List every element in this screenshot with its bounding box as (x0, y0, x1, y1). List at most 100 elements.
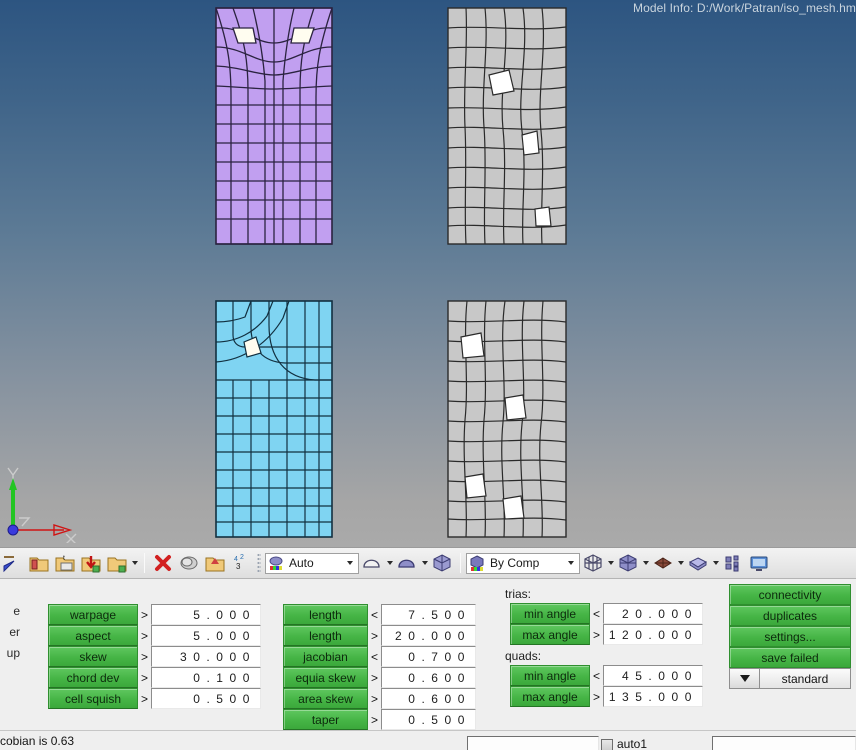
criteria-button-jacobian[interactable]: jacobian (283, 646, 368, 667)
wireframe-cube-icon[interactable] (580, 550, 606, 576)
criteria-value-area-skew[interactable]: 0 . 6 0 0 (381, 688, 476, 709)
criteria-row-warpage[interactable]: warpage > 5 . 0 0 0 (48, 604, 261, 625)
mesh-top-right[interactable] (447, 7, 567, 245)
quads-value-min-angle[interactable]: 4 5 . 0 0 0 (603, 665, 703, 686)
criteria-value-length-min[interactable]: 2 0 . 0 0 0 (381, 625, 476, 646)
criteria-value-equia-skew[interactable]: 0 . 6 0 0 (381, 667, 476, 688)
chevron-down-icon[interactable] (711, 552, 720, 574)
mesh-bottom-left[interactable] (215, 300, 333, 538)
status-field-1[interactable] (467, 736, 599, 750)
shaded-plate-icon[interactable] (685, 550, 711, 576)
criteria-operator[interactable]: > (368, 667, 381, 688)
chevron-down-icon[interactable] (130, 552, 139, 574)
criteria-operator[interactable]: < (368, 646, 381, 667)
criteria-operator[interactable]: > (138, 688, 151, 709)
mesh-bottom-right[interactable] (447, 300, 567, 538)
criteria-value-length-max[interactable]: 7 . 5 0 0 (381, 604, 476, 625)
numbers-icon[interactable]: 423 (228, 550, 254, 576)
criteria-operator[interactable]: < (590, 603, 603, 624)
criteria-operator[interactable]: > (590, 624, 603, 645)
trias-row-min-angle[interactable]: min angle < 2 0 . 0 0 0 (505, 603, 703, 624)
criteria-value-aspect[interactable]: 5 . 0 0 0 (151, 625, 261, 646)
quads-value-max-angle[interactable]: 1 3 5 . 0 0 0 (603, 686, 703, 707)
shrink-folder-icon[interactable] (202, 550, 228, 576)
save-failed-button[interactable]: save failed (729, 647, 851, 668)
criteria-row-taper[interactable]: taper > 0 . 5 0 0 (283, 709, 476, 730)
criteria-row-skew[interactable]: skew > 3 0 . 0 0 0 (48, 646, 261, 667)
criteria-button-cell-squish[interactable]: cell squish (48, 688, 138, 709)
criteria-button-warpage[interactable]: warpage (48, 604, 138, 625)
quads-row-max-angle[interactable]: max angle > 1 3 5 . 0 0 0 (505, 686, 703, 707)
geometry-arrow-icon[interactable] (0, 550, 26, 576)
mode-combo[interactable]: Auto (265, 552, 359, 574)
criteria-operator[interactable]: > (590, 686, 603, 707)
duplicates-button[interactable]: duplicates (729, 605, 851, 626)
criteria-row-length-min[interactable]: length > 2 0 . 0 0 0 (283, 625, 476, 646)
quads-button-min-angle[interactable]: min angle (510, 665, 590, 686)
standard-selector[interactable]: standard (729, 668, 851, 689)
trias-button-max-angle[interactable]: max angle (510, 624, 590, 645)
graphics-viewport[interactable]: Model Info: D:/Work/Patran/iso_mesh.hm (0, 0, 856, 547)
connectivity-button[interactable]: connectivity (729, 584, 851, 605)
import-down-icon[interactable] (78, 550, 104, 576)
criteria-row-aspect[interactable]: aspect > 5 . 0 0 0 (48, 625, 261, 646)
criteria-button-aspect[interactable]: aspect (48, 625, 138, 646)
criteria-button-area-skew[interactable]: area skew (283, 688, 368, 709)
main-toolbar[interactable]: t 423 Auto By Comp (0, 547, 856, 579)
trias-row-max-angle[interactable]: max angle > 1 2 0 . 0 0 0 (505, 624, 703, 645)
criteria-row-cell-squish[interactable]: cell squish > 0 . 5 0 0 (48, 688, 261, 709)
model-folder-icon[interactable] (26, 550, 52, 576)
standard-dropdown-arrow[interactable] (729, 668, 760, 689)
chevron-down-icon[interactable] (385, 552, 394, 574)
shaded-geom-icon[interactable] (359, 550, 385, 576)
criteria-button-length-min[interactable]: length (283, 625, 368, 646)
criteria-operator[interactable]: > (368, 688, 381, 709)
solid-cube-icon[interactable] (429, 550, 455, 576)
organize-icon[interactable] (104, 550, 130, 576)
criteria-value-cell-squish[interactable]: 0 . 5 0 0 (151, 688, 261, 709)
criteria-operator[interactable]: > (138, 604, 151, 625)
status-field-2[interactable] (712, 736, 856, 750)
comp-combo-arrow[interactable] (564, 561, 578, 565)
criteria-button-skew[interactable]: skew (48, 646, 138, 667)
criteria-button-chord-dev[interactable]: chord dev (48, 667, 138, 688)
trias-button-min-angle[interactable]: min angle (510, 603, 590, 624)
temp-nodes-icon[interactable]: t (52, 550, 78, 576)
comp-combo[interactable]: By Comp (466, 552, 580, 574)
criteria-row-area-skew[interactable]: area skew > 0 . 6 0 0 (283, 688, 476, 709)
criteria-operator[interactable]: > (368, 625, 381, 646)
criteria-operator[interactable]: > (368, 709, 381, 730)
mode-combo-arrow[interactable] (343, 561, 357, 565)
criteria-button-taper[interactable]: taper (283, 709, 368, 730)
quads-row-min-angle[interactable]: min angle < 4 5 . 0 0 0 (505, 665, 703, 686)
chevron-down-icon[interactable] (676, 552, 685, 574)
criteria-value-skew[interactable]: 3 0 . 0 0 0 (151, 646, 261, 667)
trias-value-max-angle[interactable]: 1 2 0 . 0 0 0 (603, 624, 703, 645)
toolbar-grip[interactable] (257, 553, 261, 573)
criteria-operator[interactable]: < (368, 604, 381, 625)
criteria-row-equia-skew[interactable]: equia skew > 0 . 6 0 0 (283, 667, 476, 688)
shaded-element-icon[interactable] (650, 550, 676, 576)
criteria-row-chord-dev[interactable]: chord dev > 0 . 1 0 0 (48, 667, 261, 688)
mask-icon[interactable] (176, 550, 202, 576)
criteria-operator[interactable]: > (138, 646, 151, 667)
settings-button[interactable]: settings... (729, 626, 851, 647)
criteria-operator[interactable]: < (590, 665, 603, 686)
criteria-value-warpage[interactable]: 5 . 0 0 0 (151, 604, 261, 625)
criteria-row-jacobian[interactable]: jacobian < 0 . 7 0 0 (283, 646, 476, 667)
monitor-icon[interactable] (746, 550, 772, 576)
chevron-down-icon[interactable] (420, 552, 429, 574)
criteria-button-equia-skew[interactable]: equia skew (283, 667, 368, 688)
shaded-cube-icon[interactable] (615, 550, 641, 576)
criteria-operator[interactable]: > (138, 625, 151, 646)
criteria-button-length-max[interactable]: length (283, 604, 368, 625)
criteria-value-jacobian[interactable]: 0 . 7 0 0 (381, 646, 476, 667)
criteria-value-chord-dev[interactable]: 0 . 1 0 0 (151, 667, 261, 688)
trias-value-min-angle[interactable]: 2 0 . 0 0 0 (603, 603, 703, 624)
criteria-row-length-max[interactable]: length < 7 . 5 0 0 (283, 604, 476, 625)
quads-button-max-angle[interactable]: max angle (510, 686, 590, 707)
auto1-checkbox[interactable] (601, 739, 613, 750)
group-squares-icon[interactable] (720, 550, 746, 576)
shaded-surface-icon[interactable] (394, 550, 420, 576)
delete-red-x-icon[interactable] (150, 550, 176, 576)
